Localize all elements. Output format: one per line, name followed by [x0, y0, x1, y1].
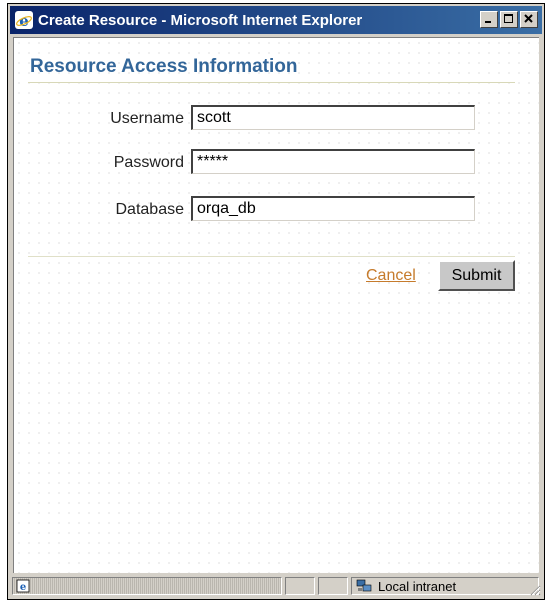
heading-divider: [28, 82, 515, 83]
status-pane-main: e: [12, 577, 282, 595]
submit-button[interactable]: Submit: [438, 260, 515, 291]
zone-text: Local intranet: [378, 579, 457, 594]
svg-text:e: e: [19, 12, 29, 29]
username-input[interactable]: [191, 105, 475, 130]
status-pane-zone: Local intranet: [351, 577, 539, 595]
database-input[interactable]: [191, 196, 475, 221]
resize-grip-icon[interactable]: [529, 584, 541, 596]
minimize-icon: [485, 21, 491, 23]
form-heading: Resource Access Information: [30, 56, 298, 77]
form-divider: [28, 256, 515, 257]
database-label: Database: [115, 201, 185, 218]
status-pane-progress: [285, 577, 315, 595]
username-label: Username: [110, 110, 184, 127]
window-title: Create Resource - Microsoft Internet Exp…: [38, 12, 363, 29]
page-content: Resource Access Information Username Pas…: [13, 37, 539, 573]
close-button[interactable]: [520, 11, 538, 28]
maximize-button[interactable]: [500, 11, 518, 28]
local-intranet-icon: [356, 579, 372, 592]
minimize-button[interactable]: [480, 11, 498, 28]
maximize-icon: [504, 14, 513, 23]
cancel-link[interactable]: Cancel: [366, 267, 416, 285]
status-pane-security: [318, 577, 348, 595]
ie-page-icon: e: [16, 579, 30, 593]
password-label: Password: [113, 154, 184, 171]
close-icon: [524, 14, 533, 23]
browser-window: e Create Resource - Microsoft Internet E…: [7, 3, 545, 600]
title-bar[interactable]: e Create Resource - Microsoft Internet E…: [10, 6, 542, 34]
internet-explorer-icon: e: [15, 11, 33, 29]
status-bar: e Local intranet: [10, 575, 542, 597]
svg-text:e: e: [20, 582, 26, 593]
password-input[interactable]: [191, 149, 475, 174]
